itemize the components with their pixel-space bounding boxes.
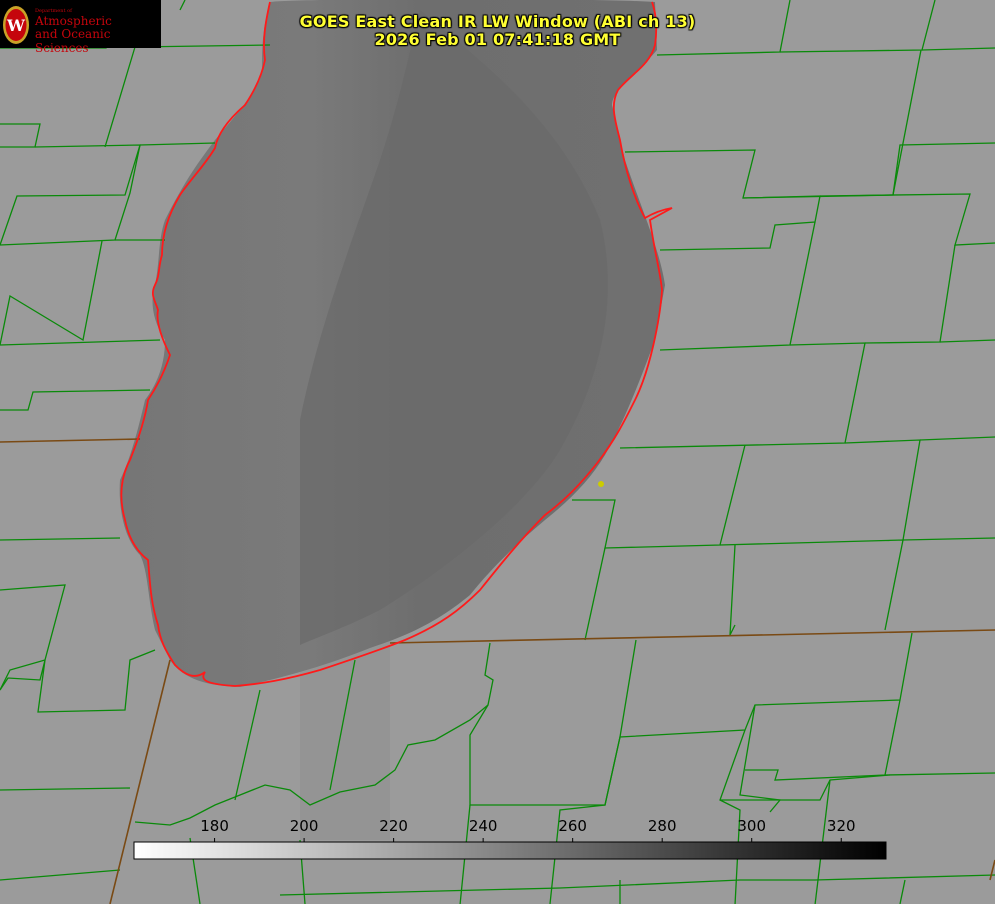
image-timestamp: 2026 Feb 01 07:41:18 GMT (374, 30, 621, 49)
land-shade-south (300, 640, 390, 840)
location-marker (598, 481, 604, 487)
satellite-image (0, 0, 995, 904)
image-title: GOES East Clean IR LW Window (ABI ch 13) (299, 12, 696, 31)
satellite-viewer: 180 200 220 240 260 280 300 320 W Department of… (0, 0, 995, 904)
